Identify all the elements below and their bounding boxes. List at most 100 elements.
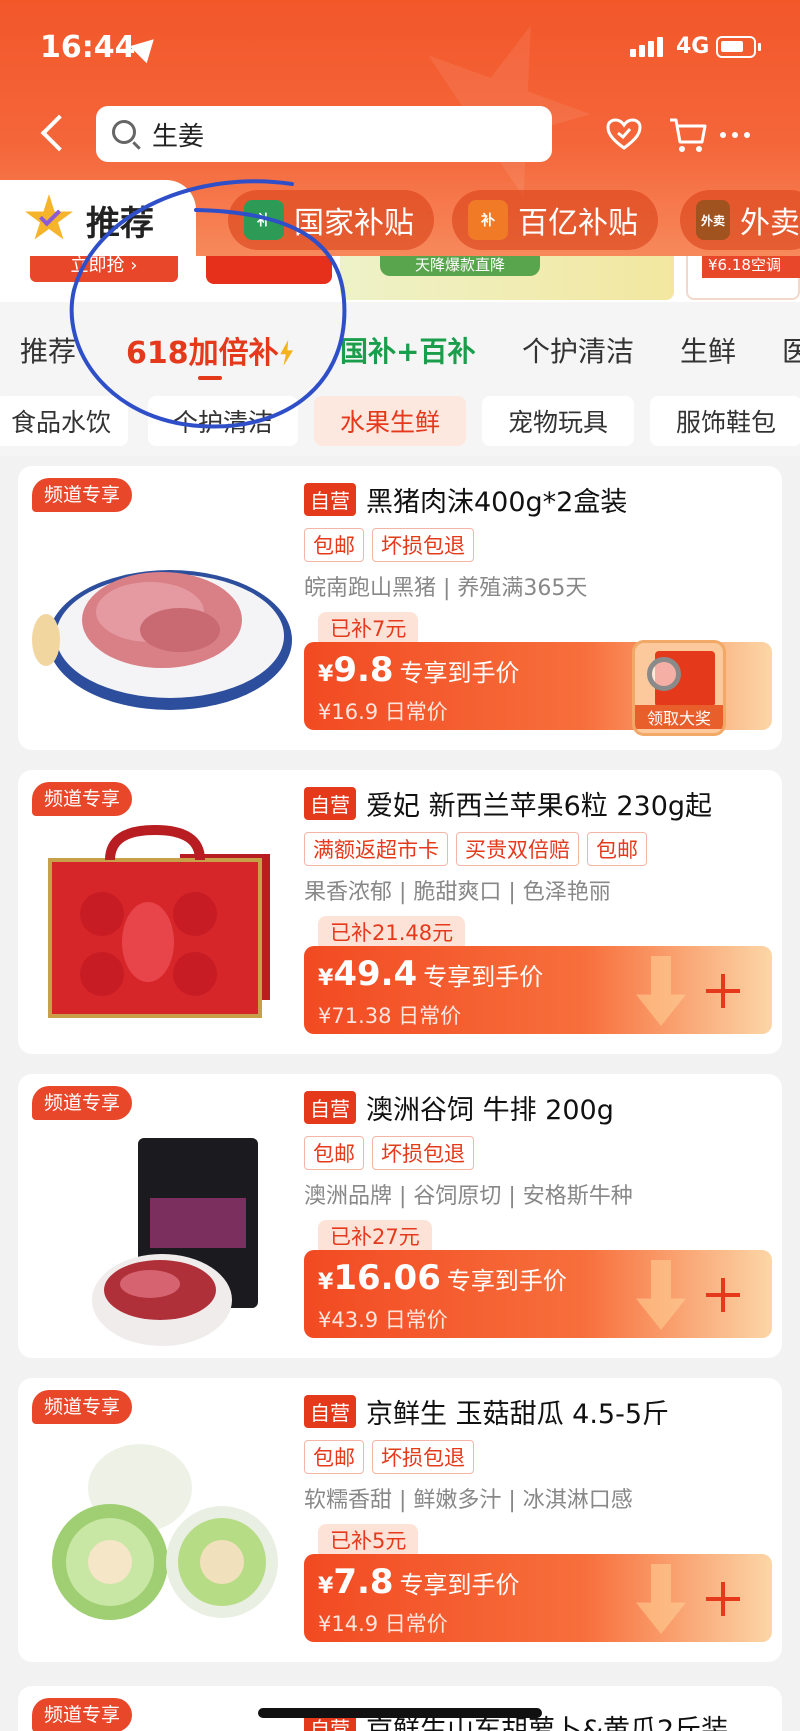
category-subsidy-combo[interactable]: 国补+百补 [340,330,475,370]
product-title: 京鲜生 玉菇甜瓜 4.5-5斤 [366,1399,670,1430]
original-price: ¥16.9 日常价 [318,700,448,724]
product-image-beef [92,1138,258,1346]
price-line: ¥49.4 专享到手价 [318,954,543,994]
product-image-pork [32,570,292,710]
search-icon [112,120,136,144]
claim-prize-button[interactable]: 领取大奖 [632,640,726,736]
tag: 坏损包退 [372,528,474,562]
chip-pet-toys[interactable]: 宠物玩具 [482,396,634,446]
down-arrow-icon [636,1260,686,1330]
price-line: ¥16.06 专享到手价 [318,1258,567,1298]
channel-exclusive-badge: 频道专享 [32,1086,133,1120]
original-price: ¥14.9 日常价 [318,1612,448,1636]
chip-apparel[interactable]: 服饰鞋包 [650,396,800,446]
product-title-row: 自营 澳洲谷饲 牛排 200g [304,1088,614,1127]
tag: 买贵双倍赔 [456,832,579,866]
self-operated-badge: 自营 [304,1091,356,1124]
network-type: 4G [676,34,710,59]
currency-symbol: ¥ [318,1270,334,1295]
banner-promo-main[interactable]: 天降爆款直降 [340,256,674,300]
tab-recommend[interactable]: 推荐 [0,180,196,260]
active-tab-container: 推荐 [0,180,800,260]
tag: 坏损包退 [372,1136,474,1170]
price-label: 专享到手价 [399,659,520,687]
product-image-melon [52,1444,278,1620]
product-card[interactable]: 频道专享 自营 爱妃 新西兰苹果6粒 230g起 满额返超市卡 买贵双倍赔 包邮… [18,770,782,1054]
cart-icon[interactable] [668,116,708,154]
banner-grab-button[interactable]: 立即抢 › [30,256,178,282]
price-label: 专享到手价 [423,963,544,991]
price-line: ¥7.8 专享到手价 [318,1562,520,1602]
chip-fruit-fresh[interactable]: 水果生鲜 [314,396,466,446]
category-618-label: 618加倍补 [126,336,279,371]
chip-food-drinks[interactable]: 食品水饮 [0,396,128,446]
price-bar[interactable]: ¥16.06 专享到手价 ¥43.9 日常价 [304,1250,772,1338]
chip-personal-care[interactable]: 个护清洁 [148,396,298,446]
channel-exclusive-badge: 频道专享 [32,782,133,816]
product-title-row: 自营 黑猪肉沫400g*2盒装 [304,480,627,519]
back-icon[interactable] [40,114,78,152]
channel-exclusive-badge: 频道专享 [32,1698,133,1731]
product-title-row: 自营 京鲜生 玉菇甜瓜 4.5-5斤 [304,1392,669,1431]
banner-promo-red[interactable] [206,256,332,284]
product-title: 澳洲谷饲 牛排 200g [366,1095,614,1126]
self-operated-badge: 自营 [304,1395,356,1428]
product-features: 皖南跑山黑猪 | 养殖满365天 [304,576,588,601]
category-personal-care[interactable]: 个护清洁 [522,330,634,370]
subsidy-label: 已补5元 [318,1524,419,1558]
product-title: 爱妃 新西兰苹果6粒 230g起 [366,791,713,822]
search-query: 生姜 [152,122,205,152]
price-value: 7.8 [333,1562,394,1602]
product-features: 软糯香甜 | 鲜嫩多汁 | 冰淇淋口感 [304,1488,633,1513]
product-features: 澳洲品牌 | 谷饲原切 | 安格斯牛种 [304,1184,633,1209]
battery-icon [716,36,761,58]
currency-symbol: ¥ [318,662,334,687]
add-to-cart-icon[interactable] [688,1260,758,1330]
tab-label: 推荐 [86,204,154,244]
price-line: ¥9.8 专享到手价 [318,650,520,690]
price-value: 16.06 [333,1258,441,1298]
subsidy-label: 已补7元 [318,612,419,646]
tag: 包邮 [304,1136,364,1170]
category-active-indicator [198,376,222,380]
original-price: ¥43.9 日常价 [318,1308,448,1332]
price-bar[interactable]: ¥7.8 专享到手价 ¥14.9 日常价 [304,1554,772,1642]
heart-icon[interactable] [606,118,642,150]
banner-promo-ac[interactable]: ¥6.18空调 [686,256,800,300]
category-fresh[interactable]: 生鲜 [680,330,736,370]
price-value: 49.4 [333,954,418,994]
product-title-row: 自营 爱妃 新西兰苹果6粒 230g起 [304,784,712,823]
product-tags: 包邮 坏损包退 [304,1136,474,1170]
product-card[interactable]: 频道专享 自营 京鲜生 玉菇甜瓜 4.5-5斤 包邮 坏损包退 软糯香甜 | 鲜… [18,1378,782,1662]
currency-symbol: ¥ [318,1574,334,1599]
currency-symbol: ¥ [318,966,334,991]
tag: 包邮 [587,832,647,866]
subsidy-label: 已补27元 [318,1220,432,1254]
down-arrow-icon [636,1564,686,1634]
search-input[interactable]: 生姜 [96,106,552,162]
category-618[interactable]: 618加倍补 [126,328,295,372]
tag: 坏损包退 [372,1440,474,1474]
self-operated-badge: 自营 [304,483,356,516]
add-to-cart-icon[interactable] [688,956,758,1026]
banner-ac-text: ¥6.18空调 [702,256,800,278]
banner-promo-text: 天降爆款直降 [380,256,540,276]
product-features: 果香浓郁 | 脆甜爽口 | 色泽艳丽 [304,880,611,905]
product-tags: 满额返超市卡 买贵双倍赔 包邮 [304,832,647,866]
product-card[interactable]: 频道专享 自营 黑猪肉沫400g*2盒装 包邮 坏损包退 皖南跑山黑猪 | 养殖… [18,466,782,750]
category-medical[interactable]: 医 [782,330,800,370]
product-tags: 包邮 坏损包退 [304,528,474,562]
home-indicator[interactable] [258,1708,542,1718]
tag: 满额返超市卡 [304,832,448,866]
lightning-icon [280,340,294,366]
category-tabs: 推荐 618加倍补 国补+百补 个护清洁 生鲜 医 [0,302,800,386]
product-card[interactable]: 频道专享 自营 澳洲谷饲 牛排 200g 包邮 坏损包退 澳洲品牌 | 谷饲原切… [18,1074,782,1358]
price-bar[interactable]: ¥49.4 专享到手价 ¥71.38 日常价 [304,946,772,1034]
channel-exclusive-badge: 频道专享 [32,478,133,512]
category-recommend[interactable]: 推荐 [20,330,76,370]
add-to-cart-icon[interactable] [688,1564,758,1634]
subsidy-label: 已补21.48元 [318,916,466,950]
more-icon[interactable] [720,132,750,138]
down-arrow-icon [636,956,686,1026]
banner-strip: 立即抢 › 天降爆款直降 ¥6.18空调 [0,256,800,302]
